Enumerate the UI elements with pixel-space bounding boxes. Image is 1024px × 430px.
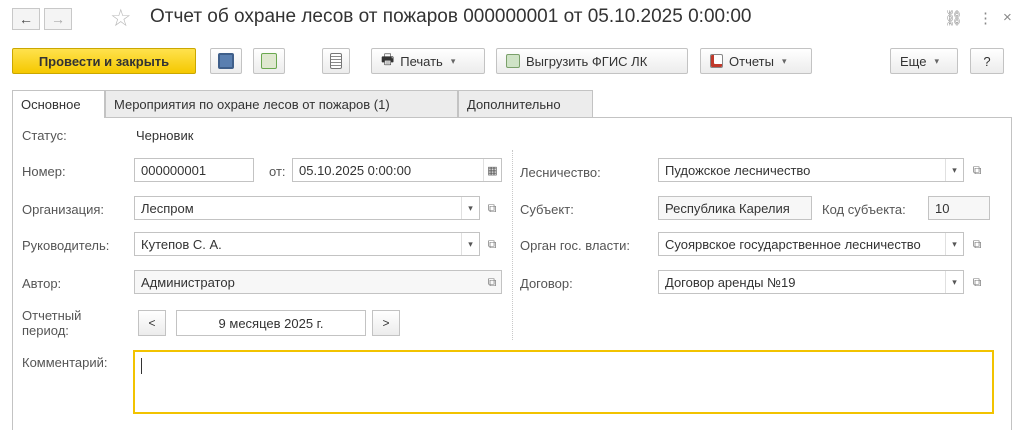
back-button[interactable]: ← bbox=[12, 8, 40, 30]
tab-additional[interactable]: Дополнительно bbox=[458, 90, 593, 117]
post-and-close-label: Провести и закрыть bbox=[38, 53, 170, 69]
contract-value: Договор аренды №19 bbox=[665, 274, 796, 290]
authority-field[interactable]: Суоярвское государственное лесничество ▾ bbox=[658, 232, 964, 256]
star-icon[interactable]: ☆ bbox=[110, 4, 132, 33]
tab-main-label: Основное bbox=[21, 97, 81, 112]
author-label: Автор: bbox=[22, 276, 62, 291]
chevron-right-icon: > bbox=[382, 316, 390, 330]
chevron-down-icon[interactable]: ▾ bbox=[461, 197, 479, 219]
window-title: Отчет об охране лесов от пожаров 0000000… bbox=[150, 6, 752, 27]
chevron-down-icon: ▾ bbox=[781, 55, 787, 66]
author-field[interactable]: Администратор ⧉ bbox=[134, 270, 502, 294]
chevron-down-icon[interactable]: ▾ bbox=[945, 233, 963, 255]
chevron-left-icon: < bbox=[148, 316, 156, 330]
more-button[interactable]: Еще ▾ bbox=[890, 48, 958, 74]
tab-additional-label: Дополнительно bbox=[467, 96, 561, 112]
forward-button[interactable]: → bbox=[44, 8, 72, 30]
reports-button[interactable]: Отчеты ▾ bbox=[700, 48, 812, 74]
contract-label: Договор: bbox=[520, 276, 573, 291]
chevron-down-icon[interactable]: ▾ bbox=[945, 159, 963, 181]
open-author-icon[interactable]: ⧉ bbox=[483, 271, 501, 293]
reports-label: Отчеты bbox=[729, 53, 774, 69]
open-authority-icon[interactable]: ⧉ bbox=[968, 232, 986, 256]
chevron-down-icon[interactable]: ▾ bbox=[461, 233, 479, 255]
head-value: Кутепов С. А. bbox=[141, 236, 222, 252]
authority-value: Суоярвское государственное лесничество bbox=[665, 236, 921, 252]
forestry-label: Лесничество: bbox=[520, 165, 601, 180]
chevron-down-icon: ▾ bbox=[934, 55, 939, 66]
date-value: 05.10.2025 0:00:00 bbox=[299, 162, 412, 178]
subject-value: Республика Карелия bbox=[665, 200, 790, 216]
forestry-field[interactable]: Пудожское лесничество ▾ bbox=[658, 158, 964, 182]
period-value: 9 месяцев 2025 г. bbox=[218, 315, 324, 331]
journal-button[interactable] bbox=[322, 48, 350, 74]
status-value: Черновик bbox=[136, 128, 194, 143]
date-label: от: bbox=[269, 164, 286, 179]
period-prev-button[interactable]: < bbox=[138, 310, 166, 336]
arrow-left-icon: ← bbox=[19, 11, 33, 27]
date-field[interactable]: 05.10.2025 0:00:00 ▦ bbox=[292, 158, 502, 182]
open-organization-icon[interactable]: ⧉ bbox=[483, 196, 501, 220]
number-value: 000000001 bbox=[141, 162, 207, 178]
close-icon[interactable]: × bbox=[1003, 9, 1012, 26]
text-cursor bbox=[141, 358, 142, 374]
calendar-icon[interactable]: ▦ bbox=[483, 159, 501, 181]
chevron-down-icon: ▾ bbox=[450, 55, 456, 66]
open-head-icon[interactable]: ⧉ bbox=[483, 232, 501, 256]
tab-fire-protection-label: Мероприятия по охране лесов от пожаров (… bbox=[114, 96, 390, 112]
subject-code-label: Код субъекта: bbox=[822, 202, 906, 217]
column-divider bbox=[512, 150, 513, 340]
print-label: Печать bbox=[400, 53, 443, 69]
status-label: Статус: bbox=[22, 128, 67, 143]
printer-icon: 🖶 bbox=[381, 51, 395, 67]
save-button[interactable] bbox=[210, 48, 242, 74]
subject-label: Субъект: bbox=[520, 202, 574, 217]
number-field[interactable]: 000000001 bbox=[134, 158, 254, 182]
author-value: Администратор bbox=[141, 274, 235, 290]
comment-textarea[interactable] bbox=[133, 350, 994, 414]
subject-code-value: 10 bbox=[935, 200, 950, 216]
arrow-right-icon: → bbox=[51, 11, 65, 27]
tab-fire-protection-measures[interactable]: Мероприятия по охране лесов от пожаров (… bbox=[105, 90, 458, 117]
tab-main[interactable]: Основное bbox=[12, 90, 105, 118]
number-label: Номер: bbox=[22, 164, 66, 179]
open-contract-icon[interactable]: ⧉ bbox=[968, 270, 986, 294]
open-forestry-icon[interactable]: ⧉ bbox=[968, 158, 986, 182]
export-label: Выгрузить ФГИС ЛК bbox=[526, 53, 648, 69]
print-button[interactable]: 🖶 Печать ▾ bbox=[371, 48, 485, 74]
post-document-icon bbox=[261, 53, 277, 69]
organization-value: Леспром bbox=[141, 200, 194, 216]
contract-field[interactable]: Договор аренды №19 ▾ bbox=[658, 270, 964, 294]
chevron-down-icon[interactable]: ▾ bbox=[945, 271, 963, 293]
period-next-button[interactable]: > bbox=[372, 310, 400, 336]
list-document-icon bbox=[330, 53, 342, 69]
head-label: Руководитель: bbox=[22, 238, 110, 253]
period-field[interactable]: 9 месяцев 2025 г. bbox=[176, 310, 366, 336]
post-and-close-button[interactable]: Провести и закрыть bbox=[12, 48, 196, 74]
kebab-icon[interactable]: ⋮ bbox=[978, 9, 993, 27]
head-field[interactable]: Кутепов С. А. ▾ bbox=[134, 232, 480, 256]
more-label: Еще bbox=[900, 53, 927, 69]
organization-label: Организация: bbox=[22, 202, 105, 217]
help-button[interactable]: ? bbox=[970, 48, 1004, 74]
organization-field[interactable]: Леспром ▾ bbox=[134, 196, 480, 220]
post-button[interactable] bbox=[253, 48, 285, 74]
report-icon bbox=[710, 54, 723, 68]
period-label: Отчетный период: bbox=[22, 308, 82, 338]
floppy-disk-icon bbox=[218, 53, 234, 69]
link-icon[interactable]: ⛓ bbox=[944, 9, 963, 27]
comment-label: Комментарий: bbox=[22, 355, 108, 370]
authority-label: Орган гос. власти: bbox=[520, 238, 630, 253]
help-label: ? bbox=[983, 53, 991, 69]
subject-field[interactable]: Республика Карелия bbox=[658, 196, 812, 220]
forestry-value: Пудожское лесничество bbox=[665, 162, 811, 178]
export-icon bbox=[506, 54, 520, 68]
subject-code-field[interactable]: 10 bbox=[928, 196, 990, 220]
export-fgis-button[interactable]: Выгрузить ФГИС ЛК bbox=[496, 48, 688, 74]
